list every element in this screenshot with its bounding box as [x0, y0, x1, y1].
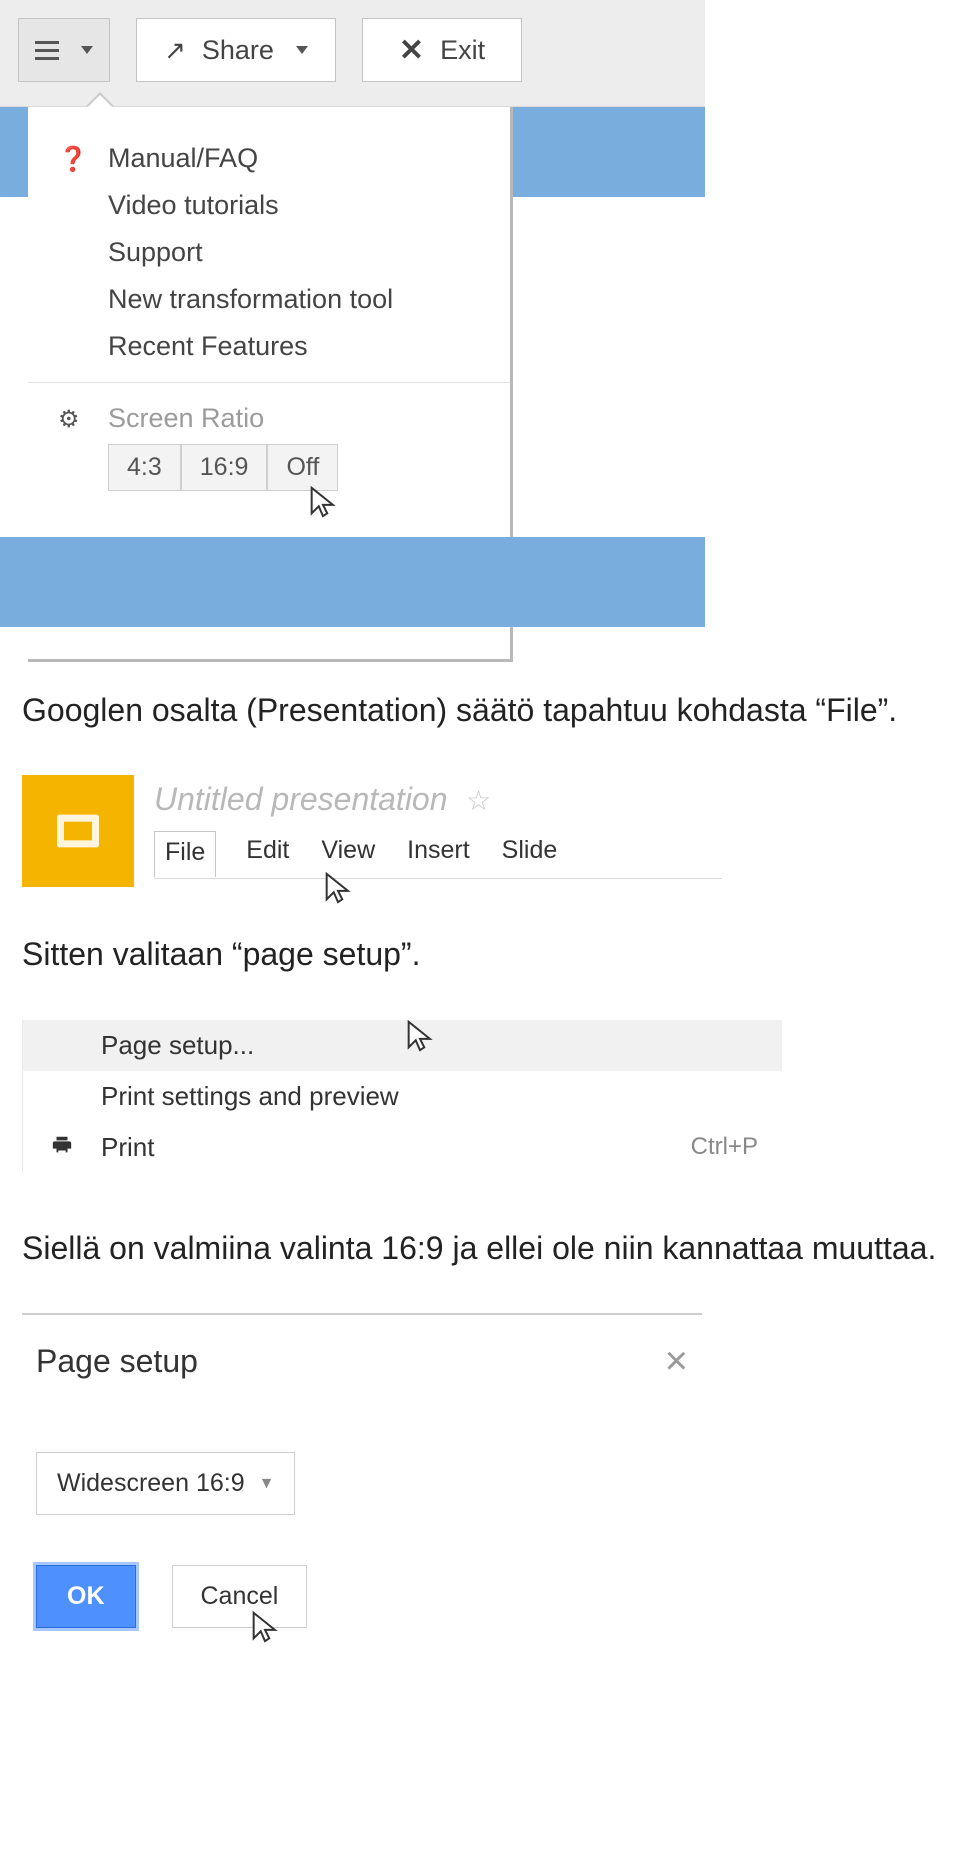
cursor-icon — [321, 871, 355, 905]
screenshot-toolbar-dropdown: ↗ Share ✕ Exit ❓ Manual/FAQ Video tutori… — [0, 0, 705, 627]
menu-item-manual-faq[interactable]: ❓ Manual/FAQ — [28, 135, 510, 182]
menu-item-label: Video tutorials — [108, 190, 279, 220]
ratio-option-4-3[interactable]: 4:3 — [108, 444, 181, 491]
toolbar: ↗ Share ✕ Exit — [0, 0, 705, 107]
close-icon: ✕ — [399, 33, 424, 68]
menu-view[interactable]: View — [319, 830, 377, 876]
slide-background — [0, 537, 705, 627]
menu-item-label: Recent Features — [108, 331, 308, 361]
divider — [28, 382, 510, 383]
dialog-title: Page setup — [36, 1343, 198, 1380]
star-icon[interactable]: ☆ — [466, 785, 491, 816]
document-title[interactable]: Untitled presentation — [154, 781, 448, 817]
menu-item-label: Manual/FAQ — [108, 143, 258, 173]
exit-button[interactable]: ✕ Exit — [362, 18, 522, 82]
ratio-option-off[interactable]: Off — [267, 444, 338, 491]
ratio-option-16-9[interactable]: 16:9 — [181, 444, 268, 491]
share-icon: ↗ — [164, 35, 186, 66]
exit-button-label: Exit — [440, 35, 485, 66]
slides-logo[interactable] — [22, 775, 134, 887]
cursor-icon — [403, 1019, 437, 1053]
menu-item-label: Support — [108, 237, 203, 267]
menu-item-label: New transformation tool — [108, 284, 393, 314]
screenshot-file-menu: Page setup... Print settings and preview… — [22, 1020, 782, 1173]
share-button[interactable]: ↗ Share — [136, 18, 336, 82]
menu-edit[interactable]: Edit — [244, 830, 291, 876]
menu-item-new-transformation-tool[interactable]: New transformation tool — [28, 276, 510, 323]
cursor-icon — [306, 485, 340, 519]
close-icon[interactable]: × — [665, 1339, 688, 1384]
menu-bar: File Edit View Insert Slide — [154, 830, 722, 879]
menu-item-recent-features[interactable]: Recent Features — [28, 323, 510, 370]
menu-file[interactable]: File — [154, 831, 216, 877]
help-icon: ❓ — [58, 145, 88, 175]
menu-item-label: Page setup... — [101, 1030, 254, 1061]
menu-item-print[interactable]: Print Ctrl+P — [23, 1122, 782, 1173]
instruction-text-1: Googlen osalta (Presentation) säätö tapa… — [0, 677, 960, 743]
instruction-text-3: Siellä on valmiina valinta 16:9 ja ellei… — [0, 1215, 960, 1281]
menu-item-label: Print settings and preview — [101, 1081, 399, 1112]
instruction-text-2: Sitten valitaan “page setup”. — [0, 921, 960, 987]
ok-button[interactable]: OK — [36, 1565, 136, 1628]
keyboard-shortcut: Ctrl+P — [691, 1133, 758, 1161]
print-icon — [51, 1134, 73, 1162]
screen-ratio-section: ⚙ Screen Ratio 4:3 16:9 Off — [28, 395, 510, 499]
cursor-icon — [248, 1610, 282, 1644]
menu-item-video-tutorials[interactable]: Video tutorials — [28, 182, 510, 229]
screenshot-page-setup-dialog: Page setup × Widescreen 16:9 ▼ OK Cancel — [22, 1313, 702, 1652]
menu-item-print-settings[interactable]: Print settings and preview — [23, 1071, 782, 1122]
share-button-label: Share — [202, 35, 274, 66]
chevron-down-icon: ▼ — [259, 1475, 275, 1493]
cancel-button[interactable]: Cancel — [172, 1565, 308, 1628]
menu-insert[interactable]: Insert — [405, 830, 472, 876]
menu-item-support[interactable]: Support — [28, 229, 510, 276]
screen-ratio-label: Screen Ratio — [108, 403, 264, 433]
slides-icon — [50, 803, 106, 859]
gear-icon: ⚙ — [58, 405, 88, 435]
menu-item-label: Print — [101, 1132, 154, 1163]
select-value: Widescreen 16:9 — [57, 1469, 245, 1498]
aspect-ratio-select[interactable]: Widescreen 16:9 ▼ — [36, 1452, 295, 1515]
hamburger-icon — [35, 41, 59, 60]
menu-button[interactable] — [18, 18, 110, 82]
menu-slide[interactable]: Slide — [500, 830, 560, 876]
screenshot-google-slides-header: Untitled presentation ☆ File Edit View I… — [22, 775, 722, 887]
